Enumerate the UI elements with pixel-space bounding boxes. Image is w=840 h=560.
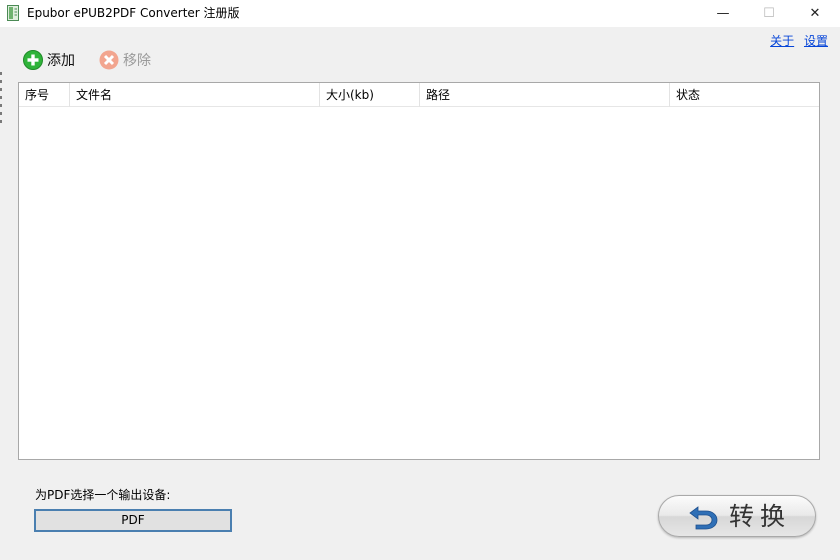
column-header-path[interactable]: 路径 — [420, 83, 670, 107]
close-icon: ✕ — [809, 6, 821, 21]
column-header-size[interactable]: 大小(kb) — [320, 83, 420, 107]
x-circle-icon — [99, 50, 119, 70]
file-list-header: 序号 文件名 大小(kb) 路径 状态 — [19, 83, 819, 107]
close-button[interactable]: ✕ — [792, 0, 838, 27]
file-list[interactable]: 序号 文件名 大小(kb) 路径 状态 — [18, 82, 820, 460]
undo-arrow-icon — [689, 506, 718, 530]
window-title: Epubor ePUB2PDF Converter 注册版 — [27, 6, 240, 20]
column-header-status[interactable]: 状态 — [670, 83, 819, 107]
maximize-button[interactable]: ☐ — [746, 0, 792, 27]
book-app-icon — [7, 5, 19, 21]
column-header-index[interactable]: 序号 — [19, 83, 70, 107]
convert-button[interactable]: 转换 — [658, 495, 816, 537]
add-button[interactable]: 添加 — [23, 49, 75, 71]
plus-circle-icon — [23, 50, 43, 70]
settings-link[interactable]: 设置 — [804, 34, 828, 48]
output-device-label: 为PDF选择一个输出设备: — [35, 488, 171, 502]
maximize-icon: ☐ — [763, 6, 775, 21]
about-link[interactable]: 关于 — [770, 34, 794, 48]
minimize-button[interactable]: — — [700, 0, 746, 27]
window-edge-artifact — [0, 72, 2, 128]
output-device-select[interactable]: PDF — [34, 509, 232, 532]
remove-button-label: 移除 — [123, 53, 151, 69]
add-button-label: 添加 — [47, 53, 75, 69]
title-bar: Epubor ePUB2PDF Converter 注册版 — ☐ ✕ — [0, 0, 840, 27]
top-links: 关于 设置 — [764, 32, 828, 49]
convert-button-label: 转换 — [729, 502, 792, 531]
column-header-filename[interactable]: 文件名 — [70, 83, 320, 107]
minimize-icon: — — [716, 6, 730, 21]
remove-button[interactable]: 移除 — [99, 49, 151, 71]
